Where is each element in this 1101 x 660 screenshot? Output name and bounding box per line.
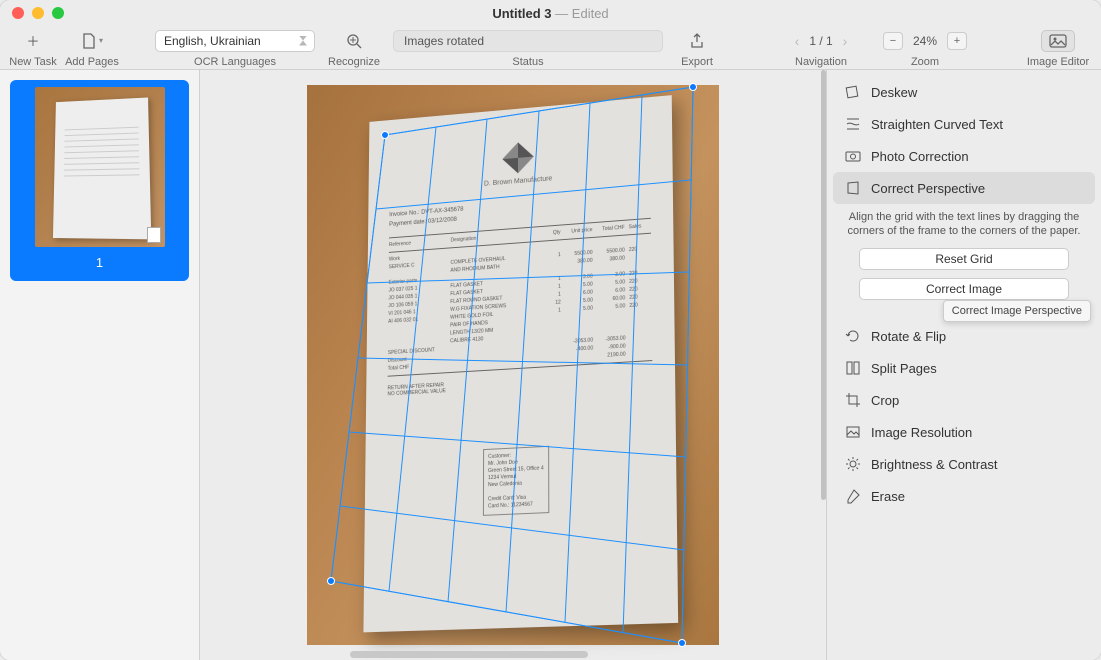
navigation-label: Navigation xyxy=(795,56,847,68)
status-field: Images rotated xyxy=(393,30,663,52)
export-label: Export xyxy=(681,56,713,68)
titlebar: Untitled 3 — Edited xyxy=(0,0,1101,26)
export-icon xyxy=(689,33,705,49)
plus-icon: + xyxy=(954,35,960,47)
plus-icon: ＋ xyxy=(26,31,39,50)
horizontal-scrollbar[interactable] xyxy=(350,651,588,658)
image-canvas[interactable]: D. Brown Manufacture Invoice No.: DVT-AX… xyxy=(200,70,826,660)
document-status: Edited xyxy=(572,6,609,21)
minimize-window-button[interactable] xyxy=(32,7,44,19)
grid-handle-br[interactable] xyxy=(678,639,686,647)
tool-resolution-label: Image Resolution xyxy=(871,425,972,440)
tool-split-label: Split Pages xyxy=(871,361,937,376)
status-label: Status xyxy=(512,56,543,68)
minus-icon: − xyxy=(890,35,896,47)
add-pages-button[interactable]: ▾ xyxy=(78,30,106,52)
resolution-icon xyxy=(845,424,861,440)
new-task-button[interactable]: ＋ xyxy=(19,30,47,52)
tool-split-pages[interactable]: Split Pages xyxy=(833,352,1095,384)
tool-crop[interactable]: Crop xyxy=(833,384,1095,416)
split-icon xyxy=(845,360,861,376)
tool-straighten-label: Straighten Curved Text xyxy=(871,117,1003,132)
ocr-language-value: English, Ukrainian xyxy=(164,34,261,48)
toolbar: ＋ New Task ▾ Add Pages English, Ukrainia… xyxy=(0,26,1101,70)
tool-rotate-flip[interactable]: Rotate & Flip xyxy=(833,320,1095,352)
correct-image-tooltip: Correct Image Perspective xyxy=(943,300,1091,322)
tool-straighten[interactable]: Straighten Curved Text xyxy=(833,108,1095,140)
grid-handle-tr[interactable] xyxy=(689,83,697,91)
tool-rotate-label: Rotate & Flip xyxy=(871,329,946,344)
ocr-language-select[interactable]: English, Ukrainian xyxy=(155,30,315,52)
tool-deskew[interactable]: Deskew xyxy=(833,76,1095,108)
erase-icon xyxy=(845,488,861,504)
image-editor-panel: Deskew Straighten Curved Text Photo Corr… xyxy=(826,70,1101,660)
add-pages-label: Add Pages xyxy=(65,56,119,68)
tool-resolution[interactable]: Image Resolution xyxy=(833,416,1095,448)
close-window-button[interactable] xyxy=(12,7,24,19)
ocr-languages-label: OCR Languages xyxy=(194,56,276,68)
company-logo-icon xyxy=(502,141,533,175)
straighten-icon xyxy=(845,116,861,132)
tool-photo-label: Photo Correction xyxy=(871,149,969,164)
deskew-icon xyxy=(845,84,861,100)
status-value: Images rotated xyxy=(404,34,484,48)
recognize-icon xyxy=(345,32,363,50)
prev-page-button[interactable]: ‹ xyxy=(791,33,804,49)
page-type-icon xyxy=(147,227,161,243)
tool-correct-perspective[interactable]: Correct Perspective xyxy=(833,172,1095,204)
rotate-icon xyxy=(845,328,861,344)
brightness-icon xyxy=(845,456,861,472)
zoom-value: 24% xyxy=(905,34,945,48)
image-icon xyxy=(1049,34,1067,48)
thumbnails-sidebar: 1 xyxy=(0,70,200,660)
zoom-in-button[interactable]: + xyxy=(947,32,967,50)
next-page-button[interactable]: › xyxy=(839,33,852,49)
image-editor-toggle[interactable] xyxy=(1041,30,1075,52)
tool-perspective-label: Correct Perspective xyxy=(871,181,985,196)
zoom-out-button[interactable]: − xyxy=(883,32,903,50)
page-icon xyxy=(81,33,97,49)
grid-handle-tl[interactable] xyxy=(381,131,389,139)
main-area: 1 D. Brown Manufacture Invoice No.: DVT-… xyxy=(0,70,1101,660)
tool-erase[interactable]: Erase xyxy=(833,480,1095,512)
window-controls xyxy=(12,7,64,19)
page-thumbnail-1[interactable]: 1 xyxy=(10,80,189,281)
crop-icon xyxy=(845,392,861,408)
reset-grid-button[interactable]: Reset Grid xyxy=(859,248,1069,270)
image-editor-label: Image Editor xyxy=(1027,56,1089,68)
document-image: D. Brown Manufacture Invoice No.: DVT-AX… xyxy=(307,85,719,645)
tool-brightness-contrast[interactable]: Brightness & Contrast xyxy=(833,448,1095,480)
perspective-help-text: Align the grid with the text lines by dr… xyxy=(843,210,1085,238)
tool-erase-label: Erase xyxy=(871,489,905,504)
perspective-icon xyxy=(845,180,861,196)
correct-image-button[interactable]: Correct Image xyxy=(859,278,1069,300)
new-task-label: New Task xyxy=(9,56,56,68)
export-button[interactable] xyxy=(683,30,711,52)
page-indicator: 1 / 1 xyxy=(809,34,832,48)
panel-scrollbar[interactable] xyxy=(821,70,826,500)
camera-icon xyxy=(845,148,861,164)
zoom-label: Zoom xyxy=(911,56,939,68)
tool-photo-correction[interactable]: Photo Correction xyxy=(833,140,1095,172)
document-name: Untitled 3 xyxy=(492,6,551,21)
window-title: Untitled 3 — Edited xyxy=(0,6,1101,21)
recognize-label: Recognize xyxy=(328,56,380,68)
thumbnail-preview xyxy=(35,87,165,247)
tool-deskew-label: Deskew xyxy=(871,85,917,100)
grid-handle-bl[interactable] xyxy=(327,577,335,585)
tool-brightness-label: Brightness & Contrast xyxy=(871,457,997,472)
tool-crop-label: Crop xyxy=(871,393,899,408)
chevron-down-icon: ▾ xyxy=(99,36,103,45)
recognize-button[interactable] xyxy=(340,30,368,52)
thumbnail-page-number: 1 xyxy=(96,255,103,270)
maximize-window-button[interactable] xyxy=(52,7,64,19)
